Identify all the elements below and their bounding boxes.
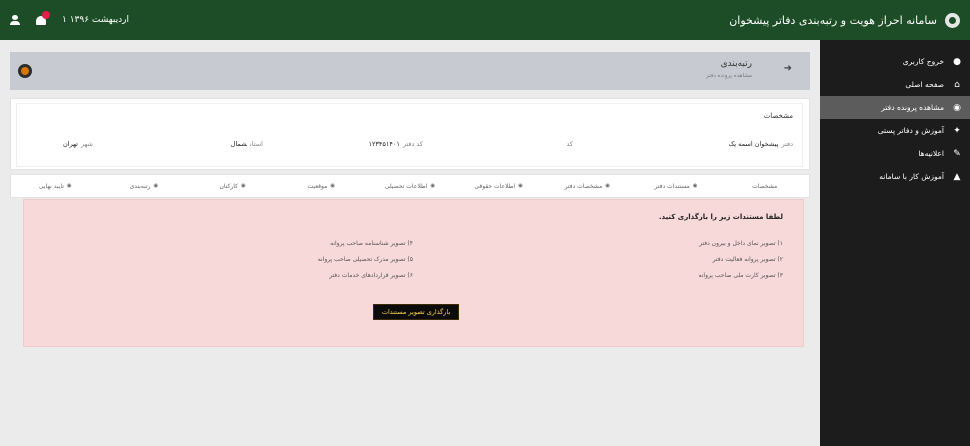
page-title: رتبه‌بندی bbox=[720, 59, 752, 69]
doc-item: ۶) تصویر قراردادهای خدمات دفتر bbox=[329, 272, 413, 279]
sidebar: ● خروج کاربری ⌂ صفحه اصلی ◉ مشاهده پروند… bbox=[820, 40, 970, 446]
people-icon: ✦ bbox=[953, 125, 961, 136]
page-header: ➜ رتبه‌بندی مشاهده پرونده دفتر bbox=[10, 52, 810, 90]
sidebar-item-label: آموزش کار با سامانه bbox=[879, 172, 944, 181]
sidebar-item-logout[interactable]: ● خروج کاربری bbox=[820, 50, 970, 73]
upload-panel: لطفا مستندات زیر را بارگذاری کنید. ۱) تص… bbox=[23, 199, 804, 347]
breadcrumb: مشاهده پرونده دفتر bbox=[706, 73, 752, 79]
doc-item: ۳) تصویر کارت ملی صاحب پروانه bbox=[698, 272, 783, 279]
panel-heading: لطفا مستندات زیر را بارگذاری کنید. bbox=[658, 213, 783, 221]
sidebar-item-tutorial[interactable]: ▲ آموزش کار با سامانه bbox=[820, 165, 970, 188]
pen-icon: ✎ bbox=[953, 148, 961, 159]
circle-icon: ◉ bbox=[692, 183, 698, 189]
sidebar-item-training[interactable]: ✦ آموزش و دفاتر پستی bbox=[820, 119, 970, 142]
tab-documents[interactable]: ◉ مستندات دفتر bbox=[632, 175, 721, 197]
user-icon: ● bbox=[953, 56, 961, 67]
doc-item: ۱) تصویر نمای داخل و بیرون دفتر bbox=[699, 240, 783, 247]
tab-education[interactable]: ◉ اطلاعات تحصیلی bbox=[366, 175, 455, 197]
seal-icon bbox=[945, 12, 960, 28]
doc-item: ۵) تصویر مدرک تحصیلی صاحب پروانه bbox=[317, 256, 413, 263]
circle-icon: ◉ bbox=[605, 183, 611, 189]
info-card-title: مشخصات bbox=[763, 112, 793, 120]
main-content: ➜ رتبه‌بندی مشاهده پرونده دفتر مشخصات دف… bbox=[0, 40, 820, 446]
circle-icon: ◉ bbox=[430, 183, 436, 189]
circle-icon: ◉ bbox=[330, 183, 336, 189]
info-row: دفترپیشخوان اسمه یک کد کد دفتر۱۲۳۴۵۱۴۰۱ … bbox=[51, 140, 793, 152]
tab-final-approval[interactable]: ◉ تایید نهایی bbox=[11, 175, 100, 197]
circle-icon: ◉ bbox=[66, 183, 72, 189]
home-icon: ⌂ bbox=[954, 79, 960, 90]
circle-icon: ◉ bbox=[518, 183, 523, 189]
sidebar-item-label: خروج کاربری bbox=[902, 57, 944, 66]
circle-icon: ◉ bbox=[153, 183, 159, 189]
sidebar-item-label: مشاهده پرونده دفتر bbox=[881, 103, 944, 112]
arrow-right-icon[interactable]: ➜ bbox=[784, 63, 792, 74]
info-code: کد bbox=[566, 140, 573, 148]
sidebar-item-label: صفحه اصلی bbox=[905, 80, 944, 89]
upload-documents-button[interactable]: بارگذاری تصویر مستندات bbox=[373, 304, 459, 320]
seal-icon bbox=[18, 64, 32, 78]
file-icon: ◉ bbox=[953, 102, 961, 113]
doc-item: ۲) تصویر پروانه فعالیت دفتر bbox=[712, 256, 783, 263]
tab-office-specs[interactable]: ◉ مشخصات دفتر bbox=[543, 175, 632, 197]
doc-item: ۴) تصویر شناسنامه صاحب پروانه bbox=[330, 240, 413, 247]
tab-location[interactable]: ◉ موقعیت bbox=[277, 175, 366, 197]
tab-ranking[interactable]: ◉ رتبه‌بندی bbox=[100, 175, 189, 197]
tab-bar: مشخصات ◉ مستندات دفتر ◉ مشخصات دفتر ◉ اطلاع… bbox=[10, 174, 810, 198]
bell-icon[interactable] bbox=[34, 11, 50, 27]
info-city: شهرتهران bbox=[62, 140, 93, 148]
tab-staff[interactable]: ◉ کارکنان bbox=[188, 175, 277, 197]
sidebar-item-notices[interactable]: ✎ اعلانیه‌ها bbox=[820, 142, 970, 165]
notification-badge bbox=[42, 11, 50, 19]
cap-icon: ▲ bbox=[953, 171, 961, 182]
top-bar-tools: ۱ اردیبهشت ۱۳۹۶ bbox=[10, 11, 129, 27]
info-province: استانشمال bbox=[230, 140, 263, 148]
sidebar-item-label: آموزش و دفاتر پستی bbox=[877, 126, 944, 135]
sidebar-item-home[interactable]: ⌂ صفحه اصلی bbox=[820, 73, 970, 96]
tab-specs[interactable]: مشخصات bbox=[720, 175, 809, 197]
top-bar: سامانه احراز هویت و رتبه‌بندی دفاتر پیشخ… bbox=[0, 0, 970, 40]
info-office-code: کد دفتر۱۲۳۴۵۱۴۰۱ bbox=[368, 140, 423, 148]
tab-legal[interactable]: ◉ اطلاعات حقوقی bbox=[454, 175, 543, 197]
info-card: مشخصات دفترپیشخوان اسمه یک کد کد دفتر۱۲۳… bbox=[10, 98, 810, 170]
user-icon[interactable] bbox=[10, 15, 20, 25]
brand: سامانه احراز هویت و رتبه‌بندی دفاتر پیشخ… bbox=[729, 12, 960, 28]
current-date: ۱ اردیبهشت ۱۳۹۶ bbox=[62, 15, 129, 25]
circle-icon: ◉ bbox=[240, 183, 246, 189]
sidebar-item-file[interactable]: ◉ مشاهده پرونده دفتر bbox=[820, 96, 970, 119]
app-title: سامانه احراز هویت و رتبه‌بندی دفاتر پیشخ… bbox=[729, 13, 937, 27]
info-office: دفترپیشخوان اسمه یک bbox=[728, 140, 793, 148]
sidebar-item-label: اعلانیه‌ها bbox=[918, 149, 944, 158]
